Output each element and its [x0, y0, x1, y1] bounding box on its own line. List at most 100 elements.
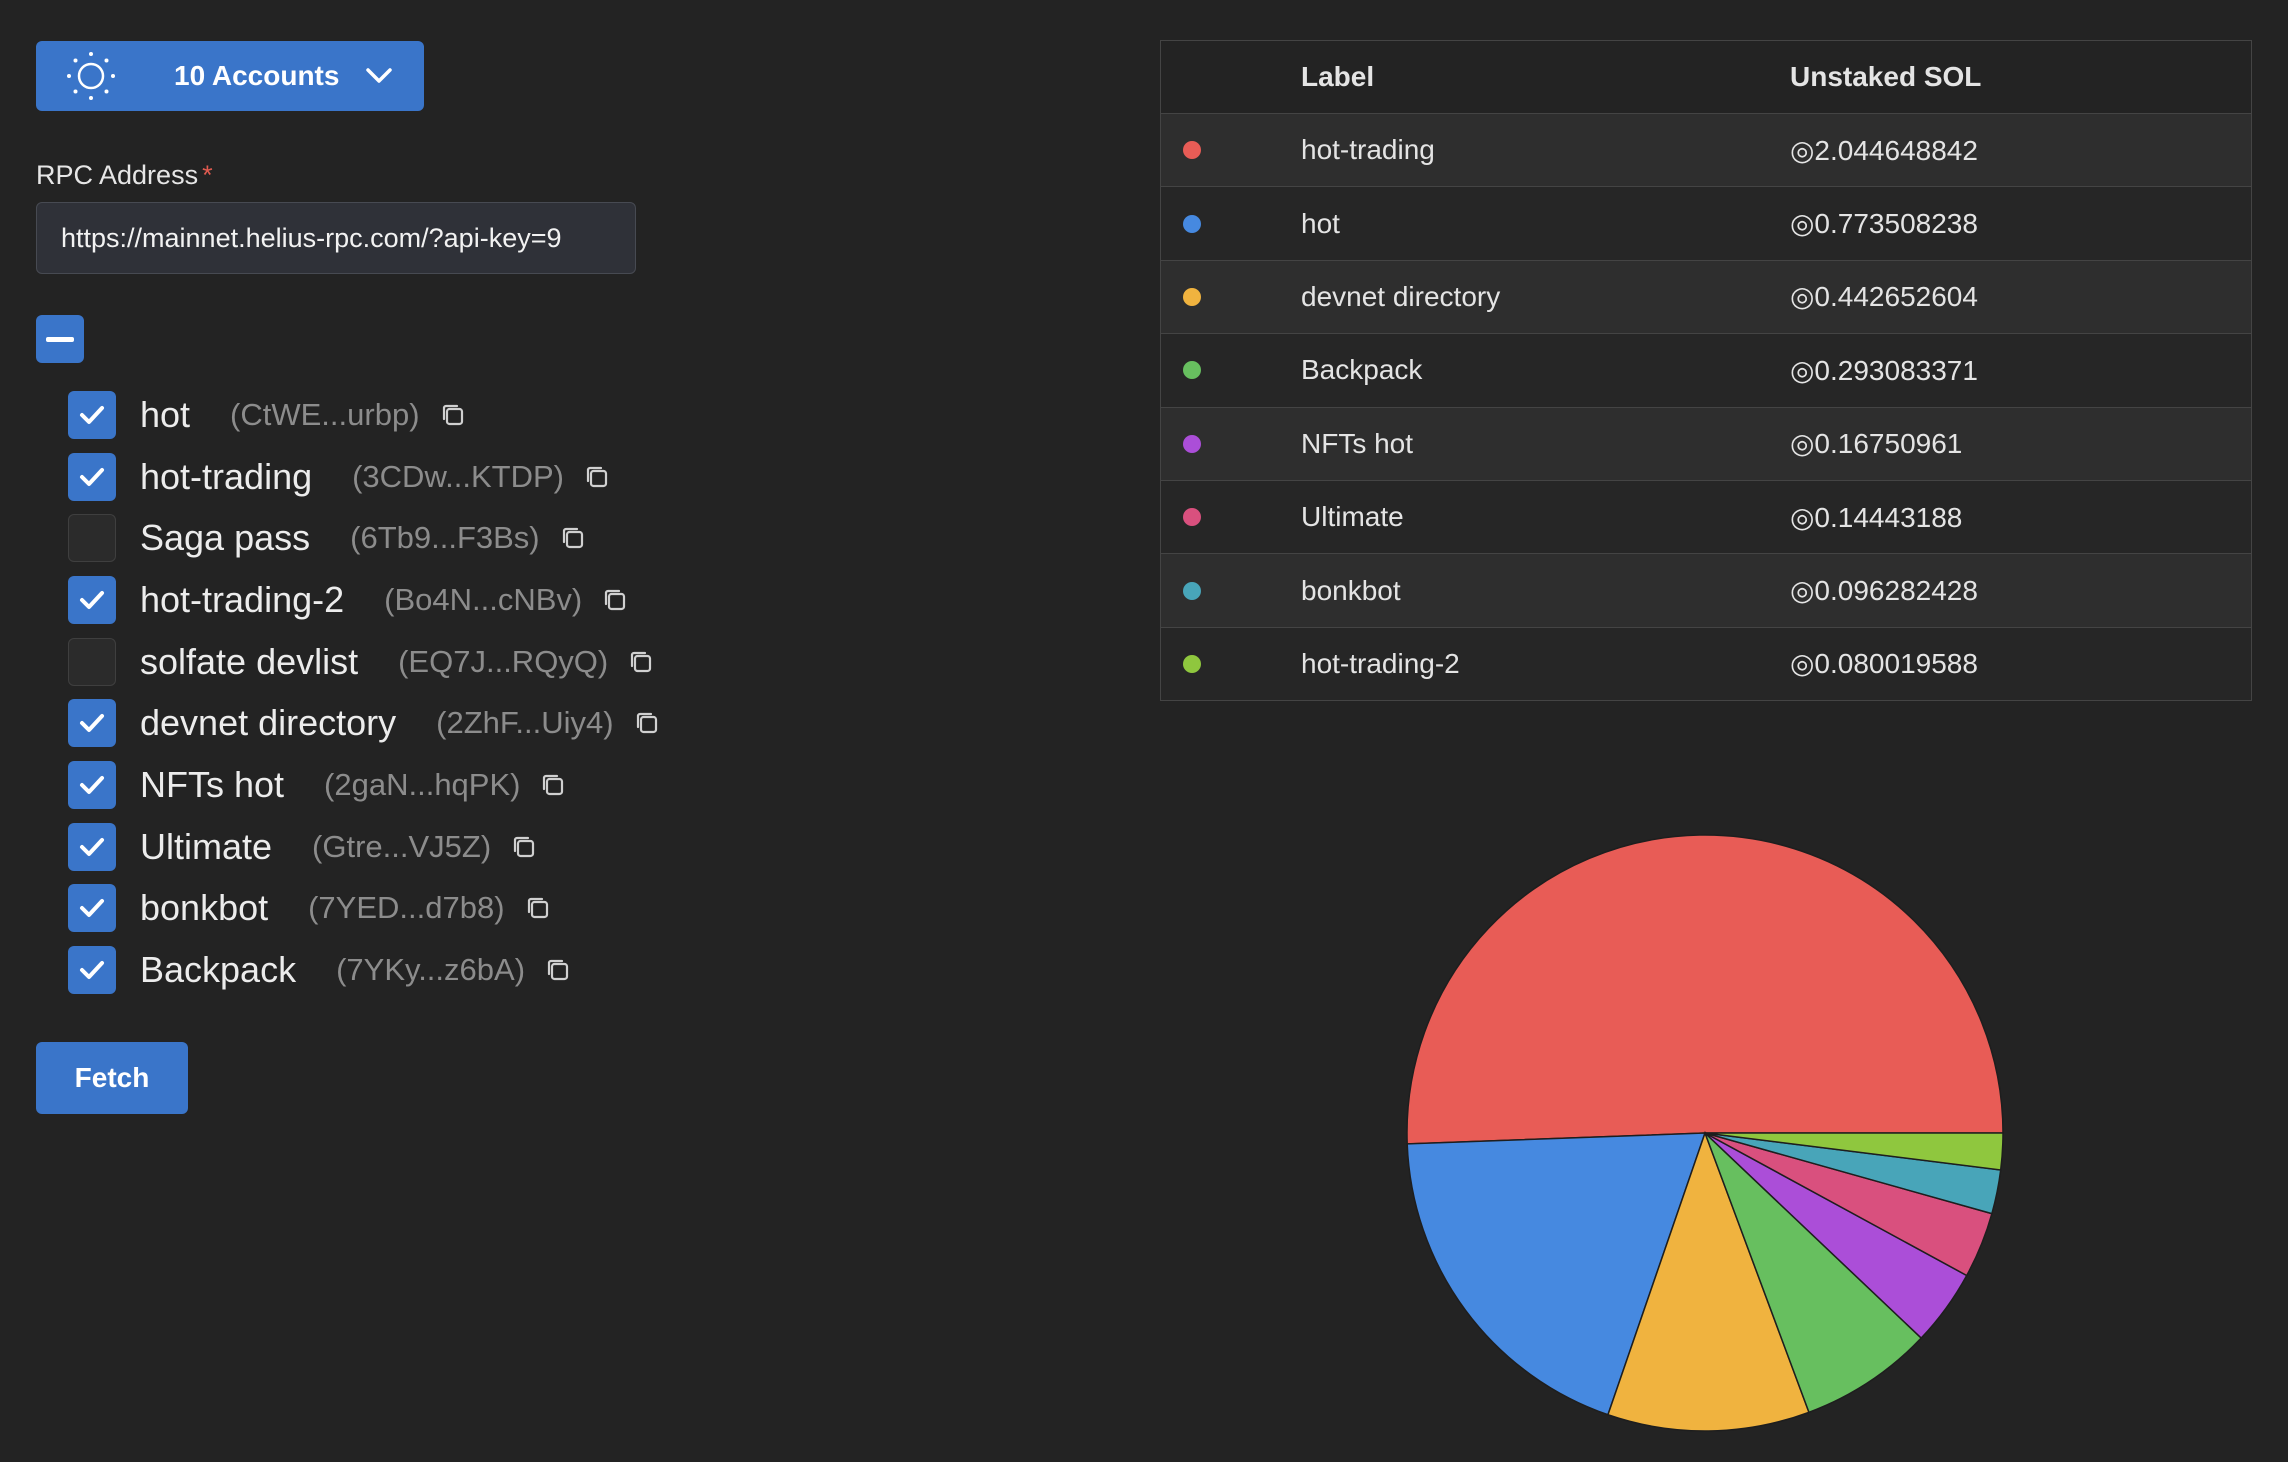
account-list-item: Backpack (7YKy...z6bA)	[68, 939, 662, 1001]
copy-icon[interactable]	[558, 523, 588, 553]
copy-icon[interactable]	[509, 832, 539, 862]
checkmark-icon	[80, 714, 104, 733]
account-name: hot	[140, 393, 191, 435]
account-checkbox[interactable]	[68, 884, 116, 933]
account-address: (EQ7J...RQyQ)	[398, 643, 609, 679]
checkmark-icon	[80, 467, 104, 486]
account-address: (CtWE...urbp)	[230, 396, 420, 432]
table-row: hot-trading-2 ◎0.080019588	[1161, 626, 2251, 701]
rpc-address-input[interactable]	[36, 202, 636, 274]
account-name: Ultimate	[140, 825, 273, 867]
checkmark-icon	[80, 775, 104, 794]
solana-sun-icon	[67, 52, 115, 100]
account-list-item: devnet directory (2ZhF...Uiy4)	[68, 692, 662, 754]
color-cell	[1161, 141, 1301, 160]
accounts-dropdown-label: 10 Accounts	[174, 60, 340, 91]
row-unstaked-sol: ◎0.442652604	[1790, 281, 1978, 313]
account-checkbox[interactable]	[68, 699, 116, 748]
row-label: devnet directory	[1301, 280, 1501, 312]
fetch-button[interactable]: Fetch	[36, 1042, 188, 1114]
account-list: hot (CtWE...urbp) hot-trading (3CDw...KTDP)…	[68, 384, 662, 1001]
table-row: Backpack ◎0.293083371	[1161, 333, 2251, 407]
checkmark-icon	[80, 405, 104, 424]
account-name: devnet directory	[140, 702, 397, 744]
series-color-dot	[1183, 508, 1201, 527]
account-checkbox[interactable]	[68, 946, 116, 995]
account-name: Backpack	[140, 949, 297, 991]
table-body: hot-trading ◎2.044648842 hot ◎0.773508238 de…	[1161, 113, 2251, 701]
copy-icon[interactable]	[538, 770, 568, 800]
copy-icon[interactable]	[600, 585, 630, 615]
row-label: hot	[1301, 207, 1340, 239]
color-cell	[1161, 508, 1301, 527]
account-address: (7YKy...z6bA)	[336, 952, 526, 988]
account-name: hot-trading	[140, 455, 313, 497]
account-address: (2ZhF...Uiy4)	[436, 705, 614, 741]
copy-icon[interactable]	[543, 955, 573, 985]
account-address: (2gaN...hqPK)	[324, 766, 521, 802]
account-checkbox[interactable]	[68, 452, 116, 501]
pie-slice-hot-trading[interactable]	[1406, 834, 2004, 1145]
account-list-item: Saga pass (6Tb9...F3Bs)	[68, 507, 662, 569]
row-label: NFTs hot	[1301, 427, 1414, 459]
account-name: Saga pass	[140, 517, 311, 559]
checkmark-icon	[80, 590, 104, 609]
copy-icon[interactable]	[626, 647, 656, 677]
color-cell	[1161, 214, 1301, 233]
accounts-dropdown-button[interactable]: 10 Accounts	[36, 41, 424, 111]
indeterminate-dash-icon	[46, 336, 74, 342]
series-color-dot	[1183, 361, 1201, 380]
copy-icon[interactable]	[438, 400, 468, 430]
account-name: NFTs hot	[140, 763, 285, 805]
copy-icon[interactable]	[582, 462, 612, 492]
header-unstaked-sol: Unstaked SOL	[1790, 61, 1982, 92]
table-header-row: Label Unstaked SOL	[1161, 41, 2251, 113]
account-address: (3CDw...KTDP)	[352, 458, 564, 494]
account-address: (6Tb9...F3Bs)	[350, 520, 540, 556]
copy-icon[interactable]	[632, 708, 662, 738]
select-all-checkbox[interactable]	[36, 315, 84, 363]
row-unstaked-sol: ◎0.080019588	[1790, 648, 1978, 680]
account-name: hot-trading-2	[140, 578, 345, 620]
row-label: hot-trading-2	[1301, 647, 1460, 679]
account-address: (Gtre...VJ5Z)	[312, 828, 492, 864]
row-label: Backpack	[1301, 354, 1423, 386]
series-color-dot	[1183, 141, 1201, 160]
table-row: hot-trading ◎2.044648842	[1161, 113, 2251, 187]
account-checkbox[interactable]	[68, 575, 116, 624]
checkmark-icon	[80, 899, 104, 918]
account-checkbox[interactable]	[68, 637, 116, 686]
account-checkbox[interactable]	[68, 822, 116, 871]
row-unstaked-sol: ◎0.14443188	[1790, 501, 1963, 533]
row-unstaked-sol: ◎0.773508238	[1790, 208, 1978, 240]
account-name: solfate devlist	[140, 640, 359, 682]
account-list-item: hot-trading-2 (Bo4N...cNBv)	[68, 569, 662, 631]
color-cell	[1161, 581, 1301, 600]
account-checkbox[interactable]	[68, 760, 116, 809]
series-color-dot	[1183, 581, 1201, 600]
row-label: bonkbot	[1301, 574, 1401, 606]
account-list-item: solfate devlist (EQ7J...RQyQ)	[68, 631, 662, 693]
color-cell	[1161, 287, 1301, 306]
row-unstaked-sol: ◎2.044648842	[1790, 134, 1978, 166]
account-list-item: hot (CtWE...urbp)	[68, 384, 662, 446]
series-color-dot	[1183, 214, 1201, 233]
series-color-dot	[1183, 654, 1201, 673]
account-list-item: Ultimate (Gtre...VJ5Z)	[68, 816, 662, 878]
table-row: Ultimate ◎0.14443188	[1161, 479, 2251, 554]
rpc-address-label-text: RPC Address	[36, 160, 199, 190]
color-cell	[1161, 654, 1301, 673]
account-checkbox[interactable]	[68, 390, 116, 439]
color-cell	[1161, 434, 1301, 453]
copy-icon[interactable]	[523, 893, 553, 923]
account-checkbox[interactable]	[68, 514, 116, 563]
account-list-item: NFTs hot (2gaN...hqPK)	[68, 754, 662, 816]
unstaked-sol-pie-chart	[1406, 834, 2004, 1432]
row-unstaked-sol: ◎0.16750961	[1790, 428, 1963, 460]
checkmark-icon	[80, 961, 104, 980]
balances-table: Label Unstaked SOL hot-trading ◎2.0446488…	[1160, 40, 2252, 702]
series-color-dot	[1183, 434, 1201, 453]
account-address: (7YED...d7b8)	[308, 890, 505, 926]
header-label: Label	[1301, 61, 1375, 92]
required-marker: *	[202, 160, 213, 190]
